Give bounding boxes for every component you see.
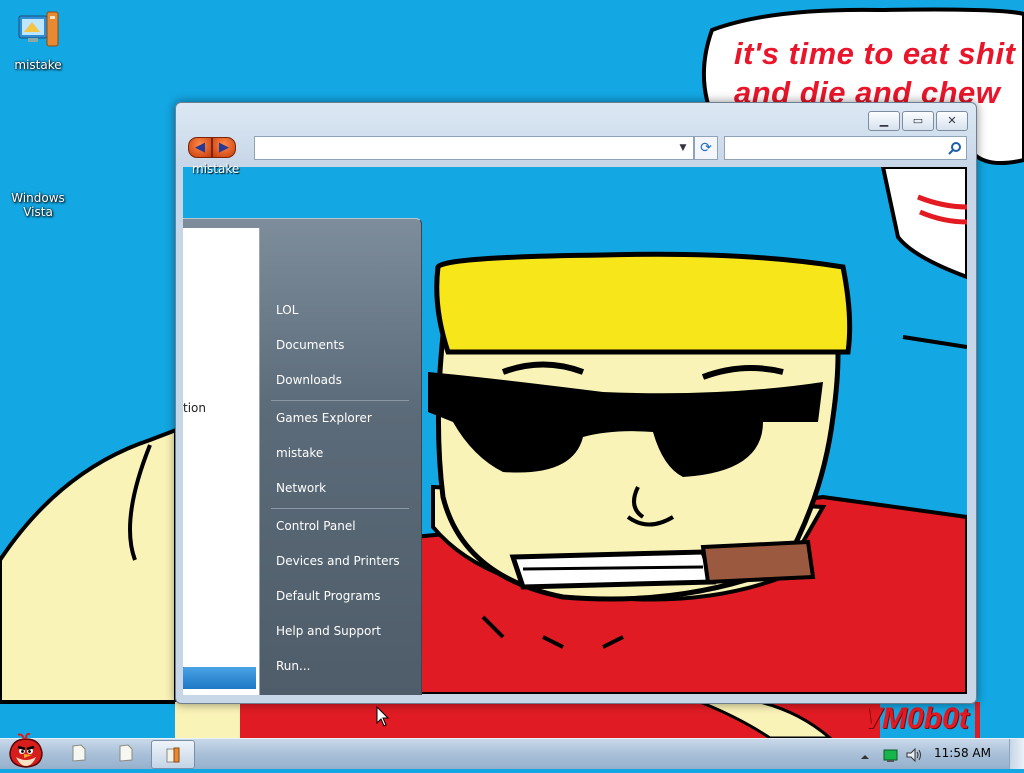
back-button[interactable]: ◀ — [188, 137, 212, 158]
start-button[interactable] — [4, 732, 48, 768]
start-item-mistake[interactable]: mistake — [276, 446, 323, 460]
mouse-cursor-icon — [376, 706, 390, 727]
document-icon — [119, 744, 133, 762]
programs-pane-fragment: tion — [183, 401, 206, 415]
start-item-downloads[interactable]: Downloads — [276, 373, 342, 387]
refresh-button[interactable]: ⟳ — [694, 136, 718, 160]
start-item-run[interactable]: Run... — [276, 659, 310, 673]
start-item-control-panel[interactable]: Control Panel — [276, 519, 356, 533]
start-menu-programs-pane: tion — [183, 228, 260, 695]
start-item-documents[interactable]: Documents — [276, 338, 344, 352]
angry-bird-icon — [9, 732, 43, 768]
start-item-devices-printers[interactable]: Devices and Printers — [276, 554, 400, 568]
explorer-folder-icon — [166, 747, 180, 763]
taskbar-button-document[interactable] — [118, 744, 134, 770]
search-box[interactable] — [724, 136, 967, 160]
document-icon — [72, 744, 86, 762]
bubble-line-1: it's time to eat shit — [734, 36, 1016, 71]
cigar — [700, 539, 816, 585]
taskbar: 11:58 AM — [0, 732, 1024, 770]
start-item-default-programs[interactable]: Default Programs — [276, 589, 381, 603]
taskbar-button-explorer[interactable] — [151, 740, 195, 769]
chevron-down-icon[interactable]: ▼ — [673, 137, 693, 159]
navigation-buttons: ◀ ▶ — [188, 137, 236, 158]
start-item-games-explorer[interactable]: Games Explorer — [276, 411, 372, 425]
address-bar[interactable]: ▼ — [254, 136, 694, 160]
folder-label: mistake — [192, 162, 240, 176]
left-arm — [0, 427, 178, 704]
start-menu-places-pane: LOL Documents Downloads Games Explorer m… — [259, 219, 421, 695]
show-desktop-button[interactable] — [1009, 739, 1024, 769]
computer-folder-icon — [0, 8, 76, 55]
desktop-icon-label: mistake — [14, 58, 62, 72]
watermark: VM0b0t — [862, 702, 969, 735]
hair — [434, 251, 853, 355]
caption-buttons: ▁ ▭ ✕ — [868, 111, 968, 131]
start-item-lol[interactable]: LOL — [276, 303, 298, 317]
menu-separator — [271, 400, 409, 401]
start-menu: tion LOL Documents Downloads Games Explo… — [183, 218, 422, 695]
start-item-network[interactable]: Network — [276, 481, 326, 495]
volume-icon[interactable] — [906, 747, 924, 766]
desktop-icon-windows-vista[interactable]: Windows Vista — [0, 163, 76, 233]
close-button[interactable]: ✕ — [936, 111, 968, 131]
menu-separator — [271, 508, 409, 509]
taskbar-clock[interactable]: 11:58 AM — [934, 746, 991, 760]
start-item-help-support[interactable]: Help and Support — [276, 624, 381, 638]
taskbar-button-document[interactable] — [71, 744, 87, 770]
desktop-icon-mistake[interactable]: mistake — [0, 8, 76, 72]
desktop-icon-label: Windows Vista — [11, 191, 65, 219]
search-icon[interactable] — [948, 140, 962, 159]
network-icon[interactable] — [883, 748, 899, 767]
refresh-icon: ⟳ — [700, 140, 712, 156]
all-programs-bar[interactable] — [183, 667, 256, 689]
tray-arrow-icon[interactable] — [860, 747, 870, 766]
maximize-button[interactable]: ▭ — [902, 111, 934, 131]
minimize-button[interactable]: ▁ — [868, 111, 900, 131]
forward-button[interactable]: ▶ — [212, 137, 236, 158]
search-input[interactable] — [729, 137, 943, 159]
